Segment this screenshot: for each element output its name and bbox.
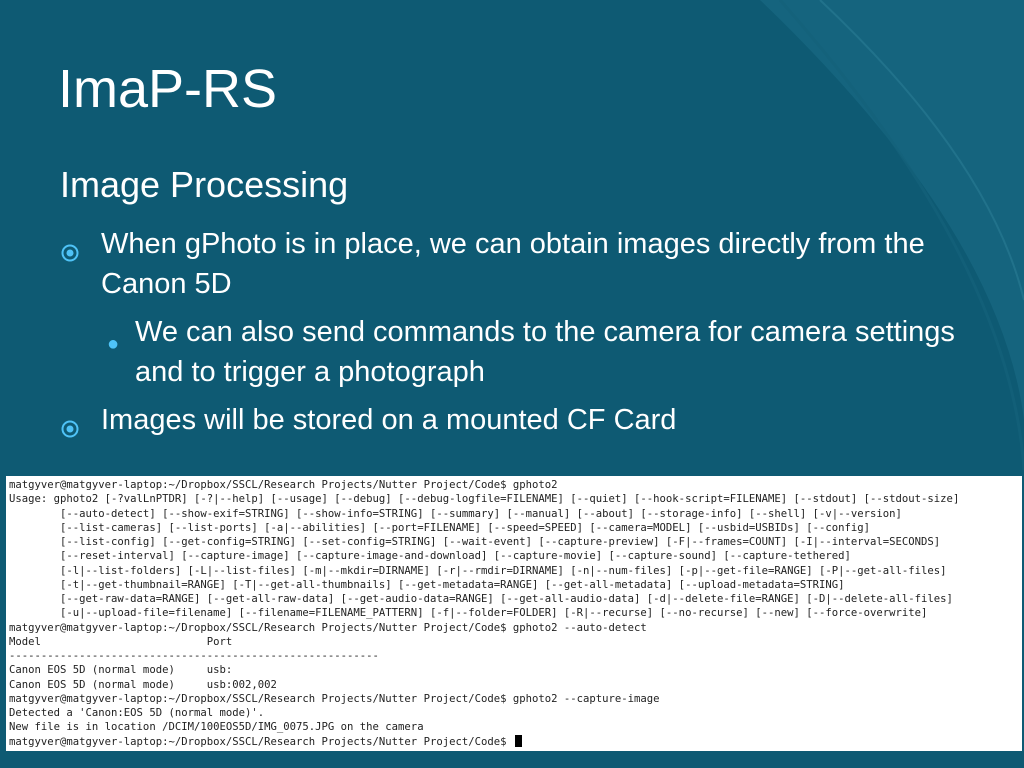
- terminal-prompt: matgyver@matgyver-laptop:~/Dropbox/SSCL/…: [9, 735, 513, 748]
- terminal-line: matgyver@matgyver-laptop:~/Dropbox/SSCL/…: [9, 692, 660, 705]
- terminal-cursor: [514, 734, 522, 747]
- terminal-line: [--list-config] [--get-config=STRING] [-…: [9, 536, 941, 548]
- terminal-line: [--get-raw-data=RANGE] [--get-all-raw-da…: [9, 593, 953, 605]
- terminal-line: Canon EOS 5D (normal mode) usb:: [9, 664, 233, 677]
- terminal-line: [--auto-detect] [--show-exif=STRING] [--…: [9, 507, 902, 520]
- terminal-line: Model Port: [9, 635, 233, 648]
- terminal-line: [--reset-interval] [--capture-image] [--…: [9, 550, 851, 563]
- terminal-line: matgyver@matgyver-laptop:~/Dropbox/SSCL/…: [9, 621, 647, 634]
- circle-bullet-icon: [60, 410, 80, 450]
- bullet-list: When gPhoto is in place, we can obtain i…: [60, 224, 960, 448]
- terminal-line: [-t|--get-thumbnail=RANGE] [-T|--get-all…: [9, 578, 845, 591]
- bullet-item: Images will be stored on a mounted CF Ca…: [60, 400, 960, 440]
- terminal-line: [--list-cameras] [--list-ports] [-a|--ab…: [9, 521, 871, 534]
- bullet-text: When gPhoto is in place, we can obtain i…: [101, 228, 925, 300]
- terminal-screenshot: matgyver@matgyver-laptop:~/Dropbox/SSCL/…: [6, 476, 1022, 751]
- dot-bullet-icon: ●: [107, 333, 120, 355]
- circle-bullet-icon: [60, 234, 80, 274]
- terminal-line: matgyver@matgyver-laptop:~/Dropbox/SSCL/…: [9, 479, 558, 491]
- bullet-text: Images will be stored on a mounted CF Ca…: [101, 404, 677, 436]
- terminal-prompt-line: matgyver@matgyver-laptop:~/Dropbox/SSCL/…: [9, 734, 1019, 749]
- terminal-line: Canon EOS 5D (normal mode) usb:002,002: [9, 678, 277, 691]
- slide-title: ImaP-RS: [58, 59, 278, 119]
- terminal-line: Detected a 'Canon:EOS 5D (normal mode)'.: [9, 707, 265, 719]
- terminal-line: [-u|--upload-file=filename] [--filename=…: [9, 607, 928, 620]
- slide-subtitle: Image Processing: [60, 164, 349, 205]
- sub-bullet-item: ● We can also send commands to the camer…: [60, 312, 960, 392]
- terminal-line: [-l|--list-folders] [-L|--list-files] [-…: [9, 564, 947, 577]
- sub-bullet-text: We can also send commands to the camera …: [135, 316, 955, 388]
- terminal-line: New file is in location /DCIM/100EOS5D/I…: [9, 721, 424, 734]
- terminal-line: ----------------------------------------…: [9, 650, 379, 662]
- bullet-item: When gPhoto is in place, we can obtain i…: [60, 224, 960, 304]
- terminal-line: Usage: gphoto2 [-?valLnPTDR] [-?|--help]…: [9, 493, 960, 506]
